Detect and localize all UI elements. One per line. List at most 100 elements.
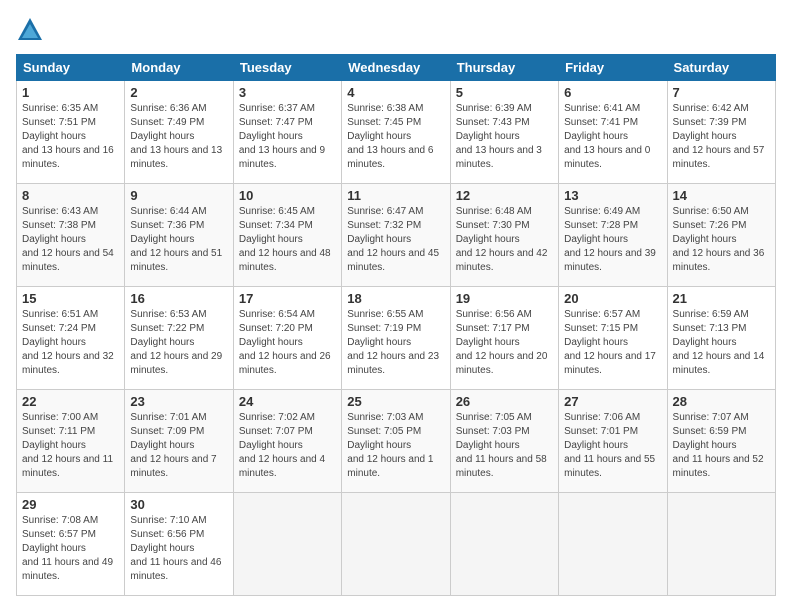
day-info: Sunrise: 6:43 AM Sunset: 7:38 PM Dayligh… xyxy=(22,205,119,275)
day-number: 10 xyxy=(239,188,336,203)
day-info: Sunrise: 7:08 AM Sunset: 6:57 PM Dayligh… xyxy=(22,514,119,584)
day-number: 26 xyxy=(456,394,553,409)
week-row-1: 1 Sunrise: 6:35 AM Sunset: 7:51 PM Dayli… xyxy=(17,81,776,184)
day-cell: 22 Sunrise: 7:00 AM Sunset: 7:11 PM Dayl… xyxy=(17,390,125,493)
day-cell: 16 Sunrise: 6:53 AM Sunset: 7:22 PM Dayl… xyxy=(125,287,233,390)
day-cell: 1 Sunrise: 6:35 AM Sunset: 7:51 PM Dayli… xyxy=(17,81,125,184)
day-info: Sunrise: 6:51 AM Sunset: 7:24 PM Dayligh… xyxy=(22,308,119,378)
day-info: Sunrise: 7:01 AM Sunset: 7:09 PM Dayligh… xyxy=(130,411,227,481)
day-info: Sunrise: 6:45 AM Sunset: 7:34 PM Dayligh… xyxy=(239,205,336,275)
day-number: 24 xyxy=(239,394,336,409)
day-cell: 3 Sunrise: 6:37 AM Sunset: 7:47 PM Dayli… xyxy=(233,81,341,184)
day-number: 2 xyxy=(130,85,227,100)
day-cell: 11 Sunrise: 6:47 AM Sunset: 7:32 PM Dayl… xyxy=(342,184,450,287)
day-info: Sunrise: 6:57 AM Sunset: 7:15 PM Dayligh… xyxy=(564,308,661,378)
day-cell: 20 Sunrise: 6:57 AM Sunset: 7:15 PM Dayl… xyxy=(559,287,667,390)
day-cell: 14 Sunrise: 6:50 AM Sunset: 7:26 PM Dayl… xyxy=(667,184,775,287)
logo-icon xyxy=(16,16,44,44)
day-cell: 26 Sunrise: 7:05 AM Sunset: 7:03 PM Dayl… xyxy=(450,390,558,493)
day-number: 7 xyxy=(673,85,770,100)
day-number: 4 xyxy=(347,85,444,100)
day-number: 6 xyxy=(564,85,661,100)
weekday-header-saturday: Saturday xyxy=(667,55,775,81)
day-info: Sunrise: 6:53 AM Sunset: 7:22 PM Dayligh… xyxy=(130,308,227,378)
logo xyxy=(16,16,48,44)
day-cell xyxy=(233,493,341,596)
day-info: Sunrise: 6:47 AM Sunset: 7:32 PM Dayligh… xyxy=(347,205,444,275)
day-cell: 6 Sunrise: 6:41 AM Sunset: 7:41 PM Dayli… xyxy=(559,81,667,184)
header xyxy=(16,16,776,44)
day-number: 17 xyxy=(239,291,336,306)
day-info: Sunrise: 7:07 AM Sunset: 6:59 PM Dayligh… xyxy=(673,411,770,481)
day-info: Sunrise: 7:02 AM Sunset: 7:07 PM Dayligh… xyxy=(239,411,336,481)
day-info: Sunrise: 6:59 AM Sunset: 7:13 PM Dayligh… xyxy=(673,308,770,378)
week-row-5: 29 Sunrise: 7:08 AM Sunset: 6:57 PM Dayl… xyxy=(17,493,776,596)
day-number: 13 xyxy=(564,188,661,203)
day-cell xyxy=(450,493,558,596)
day-number: 9 xyxy=(130,188,227,203)
day-number: 29 xyxy=(22,497,119,512)
day-info: Sunrise: 6:36 AM Sunset: 7:49 PM Dayligh… xyxy=(130,102,227,172)
day-info: Sunrise: 7:10 AM Sunset: 6:56 PM Dayligh… xyxy=(130,514,227,584)
day-number: 30 xyxy=(130,497,227,512)
weekday-header-tuesday: Tuesday xyxy=(233,55,341,81)
day-cell xyxy=(667,493,775,596)
day-cell: 7 Sunrise: 6:42 AM Sunset: 7:39 PM Dayli… xyxy=(667,81,775,184)
day-cell: 15 Sunrise: 6:51 AM Sunset: 7:24 PM Dayl… xyxy=(17,287,125,390)
day-info: Sunrise: 7:03 AM Sunset: 7:05 PM Dayligh… xyxy=(347,411,444,481)
day-cell: 17 Sunrise: 6:54 AM Sunset: 7:20 PM Dayl… xyxy=(233,287,341,390)
day-number: 5 xyxy=(456,85,553,100)
day-info: Sunrise: 6:38 AM Sunset: 7:45 PM Dayligh… xyxy=(347,102,444,172)
day-number: 18 xyxy=(347,291,444,306)
day-number: 21 xyxy=(673,291,770,306)
day-cell: 24 Sunrise: 7:02 AM Sunset: 7:07 PM Dayl… xyxy=(233,390,341,493)
weekday-header-row: SundayMondayTuesdayWednesdayThursdayFrid… xyxy=(17,55,776,81)
day-info: Sunrise: 6:55 AM Sunset: 7:19 PM Dayligh… xyxy=(347,308,444,378)
day-number: 12 xyxy=(456,188,553,203)
day-number: 28 xyxy=(673,394,770,409)
day-number: 1 xyxy=(22,85,119,100)
day-info: Sunrise: 6:37 AM Sunset: 7:47 PM Dayligh… xyxy=(239,102,336,172)
day-info: Sunrise: 6:44 AM Sunset: 7:36 PM Dayligh… xyxy=(130,205,227,275)
day-number: 3 xyxy=(239,85,336,100)
day-cell: 9 Sunrise: 6:44 AM Sunset: 7:36 PM Dayli… xyxy=(125,184,233,287)
day-info: Sunrise: 6:35 AM Sunset: 7:51 PM Dayligh… xyxy=(22,102,119,172)
day-info: Sunrise: 6:49 AM Sunset: 7:28 PM Dayligh… xyxy=(564,205,661,275)
day-number: 16 xyxy=(130,291,227,306)
day-info: Sunrise: 6:54 AM Sunset: 7:20 PM Dayligh… xyxy=(239,308,336,378)
day-cell: 13 Sunrise: 6:49 AM Sunset: 7:28 PM Dayl… xyxy=(559,184,667,287)
day-number: 14 xyxy=(673,188,770,203)
day-number: 22 xyxy=(22,394,119,409)
day-cell: 23 Sunrise: 7:01 AM Sunset: 7:09 PM Dayl… xyxy=(125,390,233,493)
day-cell: 21 Sunrise: 6:59 AM Sunset: 7:13 PM Dayl… xyxy=(667,287,775,390)
day-info: Sunrise: 7:00 AM Sunset: 7:11 PM Dayligh… xyxy=(22,411,119,481)
week-row-2: 8 Sunrise: 6:43 AM Sunset: 7:38 PM Dayli… xyxy=(17,184,776,287)
day-cell: 28 Sunrise: 7:07 AM Sunset: 6:59 PM Dayl… xyxy=(667,390,775,493)
day-cell: 10 Sunrise: 6:45 AM Sunset: 7:34 PM Dayl… xyxy=(233,184,341,287)
weekday-header-sunday: Sunday xyxy=(17,55,125,81)
day-cell: 30 Sunrise: 7:10 AM Sunset: 6:56 PM Dayl… xyxy=(125,493,233,596)
weekday-header-wednesday: Wednesday xyxy=(342,55,450,81)
day-cell: 2 Sunrise: 6:36 AM Sunset: 7:49 PM Dayli… xyxy=(125,81,233,184)
day-info: Sunrise: 6:48 AM Sunset: 7:30 PM Dayligh… xyxy=(456,205,553,275)
day-cell: 27 Sunrise: 7:06 AM Sunset: 7:01 PM Dayl… xyxy=(559,390,667,493)
day-number: 27 xyxy=(564,394,661,409)
day-cell: 8 Sunrise: 6:43 AM Sunset: 7:38 PM Dayli… xyxy=(17,184,125,287)
day-info: Sunrise: 6:41 AM Sunset: 7:41 PM Dayligh… xyxy=(564,102,661,172)
week-row-3: 15 Sunrise: 6:51 AM Sunset: 7:24 PM Dayl… xyxy=(17,287,776,390)
day-cell: 25 Sunrise: 7:03 AM Sunset: 7:05 PM Dayl… xyxy=(342,390,450,493)
day-number: 19 xyxy=(456,291,553,306)
day-cell: 12 Sunrise: 6:48 AM Sunset: 7:30 PM Dayl… xyxy=(450,184,558,287)
day-number: 8 xyxy=(22,188,119,203)
day-number: 11 xyxy=(347,188,444,203)
day-cell xyxy=(559,493,667,596)
day-cell xyxy=(342,493,450,596)
weekday-header-monday: Monday xyxy=(125,55,233,81)
day-cell: 29 Sunrise: 7:08 AM Sunset: 6:57 PM Dayl… xyxy=(17,493,125,596)
day-number: 20 xyxy=(564,291,661,306)
day-info: Sunrise: 7:06 AM Sunset: 7:01 PM Dayligh… xyxy=(564,411,661,481)
page: SundayMondayTuesdayWednesdayThursdayFrid… xyxy=(0,0,792,612)
day-info: Sunrise: 6:42 AM Sunset: 7:39 PM Dayligh… xyxy=(673,102,770,172)
weekday-header-thursday: Thursday xyxy=(450,55,558,81)
day-cell: 5 Sunrise: 6:39 AM Sunset: 7:43 PM Dayli… xyxy=(450,81,558,184)
